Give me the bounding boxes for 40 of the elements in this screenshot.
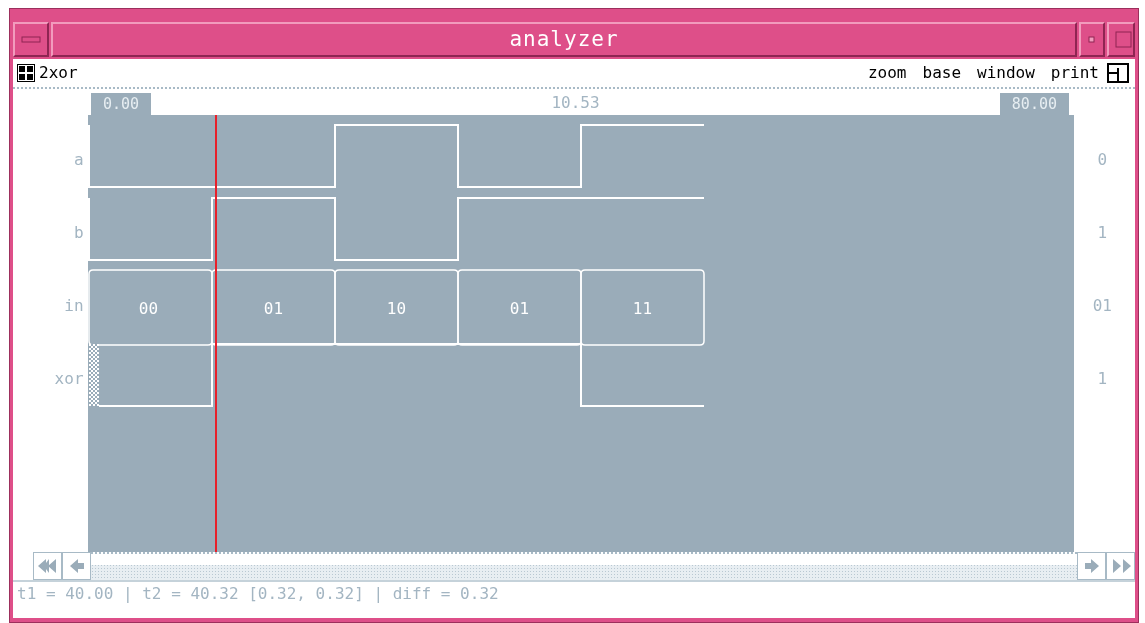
menu-item[interactable]: zoom [867,61,907,85]
cursor-time: 10.53 [551,93,600,112]
signal-name: xor [54,370,84,387]
scroll-last-button[interactable] [1106,552,1135,580]
start-time: 0.00 [91,93,152,115]
signal-name: b [73,224,84,241]
double-left-arrow-icon [36,558,59,574]
bus-value: 01 [509,298,529,318]
window-title: analyzer [51,22,1077,57]
maximize-button[interactable] [1107,22,1135,57]
bus-value: 00 [138,298,158,318]
scroll-right-button[interactable] [1077,552,1106,580]
signal-name: a [73,151,84,168]
scroll-first-button[interactable] [33,552,62,580]
bar-icon [21,36,41,44]
status-text: t1 = 40.00 | t2 = 40.32 [0.32, 0.32] | diff = 0.32 [17,583,499,605]
left-arrow-icon [68,558,85,574]
menu-item[interactable]: window [977,61,1035,85]
right-arrow-icon [1083,558,1100,574]
signal-value: 01 [1092,297,1112,314]
minimize-button[interactable] [1079,22,1105,57]
cursor-line[interactable] [214,115,217,552]
bus-value: 01 [263,298,283,318]
scroll-left-button[interactable] [62,552,91,580]
signal-name: in [64,297,84,314]
grid-icon[interactable] [17,64,35,82]
window-menu-button[interactable] [13,22,49,57]
unknown-marker [88,344,99,406]
bus-value: 10 [386,298,406,318]
bus-value: 11 [632,298,652,318]
signal-value: 1 [1097,224,1108,241]
scrollbar-thumb[interactable] [91,552,1077,565]
restore-icon[interactable] [1107,63,1129,83]
menu-item[interactable]: print [1050,61,1099,85]
menu-item[interactable]: base [922,61,962,85]
signal-value: 1 [1097,370,1108,387]
signal-value: 0 [1097,151,1108,168]
square-icon [1115,31,1133,49]
design-name: 2xor [39,62,78,84]
end-time: 80.00 [999,93,1069,115]
